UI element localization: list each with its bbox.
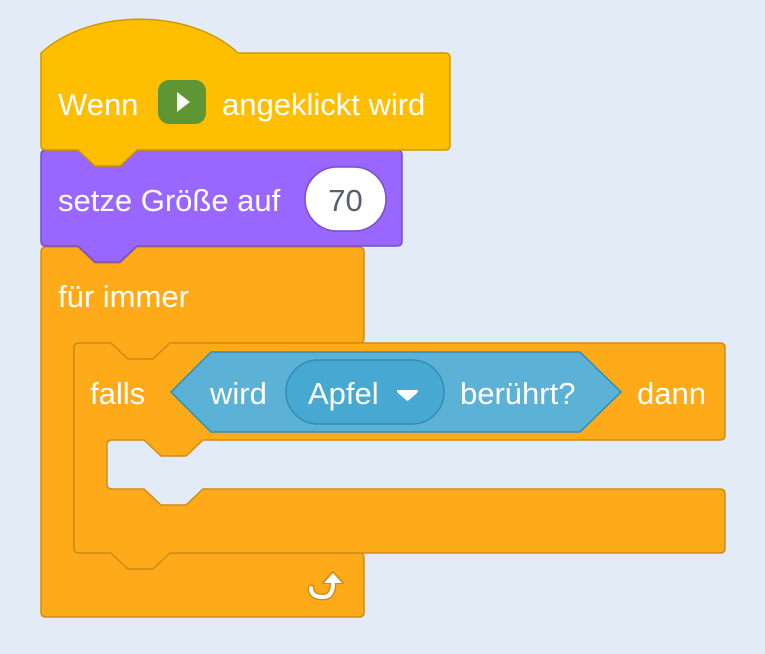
sprite-dropdown-value: Apfel: [308, 376, 379, 411]
size-input[interactable]: 70: [304, 166, 387, 232]
touching-label-after: berührt?: [460, 376, 575, 411]
code-area: für immer falls dann wird Apfel berührt?…: [40, 18, 726, 618]
touching-label-before: wird: [209, 376, 267, 411]
hat-label-after: angeklickt wird: [222, 87, 425, 122]
set-size-block[interactable]: setze Größe auf 70: [40, 149, 403, 263]
green-flag-icon: [158, 80, 206, 124]
set-size-label: setze Größe auf: [58, 183, 281, 218]
if-label: falls: [90, 376, 145, 411]
forever-label: für immer: [58, 279, 189, 314]
when-flag-clicked-block[interactable]: Wenn angeklickt wird: [40, 18, 451, 167]
size-input-value: 70: [328, 183, 362, 218]
sprite-dropdown[interactable]: Apfel: [285, 359, 445, 425]
touching-block[interactable]: wird Apfel berührt?: [169, 351, 623, 433]
hat-label-before: Wenn: [58, 87, 138, 122]
then-label: dann: [637, 376, 706, 411]
